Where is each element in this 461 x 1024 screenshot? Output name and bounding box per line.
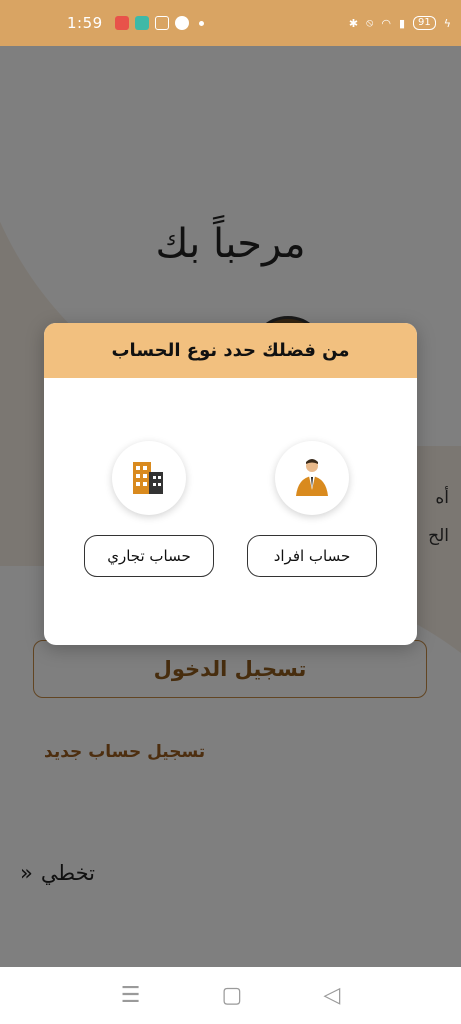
news-app-icon (154, 16, 169, 30)
chat-app-icon (134, 16, 149, 30)
message-app-icon (174, 16, 189, 30)
system-status-icons: ✱ ⦸ ◠ ▮ 91 ϟ (349, 16, 451, 30)
business-account-option[interactable]: حساب تجاري (79, 441, 219, 577)
person-icon[interactable] (275, 441, 349, 515)
system-nav-bar: ☰ ▢ ◁ (0, 967, 461, 1024)
more-notifications-dot (198, 20, 204, 26)
vibrate-icon: ⦸ (366, 16, 374, 29)
status-time: 1:59 (67, 14, 103, 32)
business-account-button[interactable]: حساب تجاري (84, 535, 214, 577)
battery-indicator: 91 (413, 16, 436, 30)
individual-account-button[interactable]: حساب افراد (247, 535, 377, 577)
music-app-icon (114, 16, 129, 30)
signal-icon: ▮ (398, 16, 405, 30)
status-bar: 1:59 ✱ ⦸ ◠ ▮ 91 ϟ (0, 0, 461, 46)
building-icon[interactable] (112, 441, 186, 515)
back-icon[interactable]: ◁ (323, 983, 340, 1008)
individual-account-option[interactable]: حساب افراد (242, 441, 382, 577)
home-icon[interactable]: ▢ (221, 983, 242, 1008)
dialog-title: من فضلك حدد نوع الحساب (44, 323, 417, 378)
recent-apps-icon[interactable]: ☰ (121, 983, 141, 1008)
notification-icons (114, 16, 204, 30)
wifi-icon: ◠ (381, 16, 391, 30)
charging-icon: ϟ (443, 16, 451, 30)
account-type-dialog: من فضلك حدد نوع الحساب حساب افراد حساب ت… (44, 323, 417, 645)
bluetooth-icon: ✱ (348, 16, 359, 30)
